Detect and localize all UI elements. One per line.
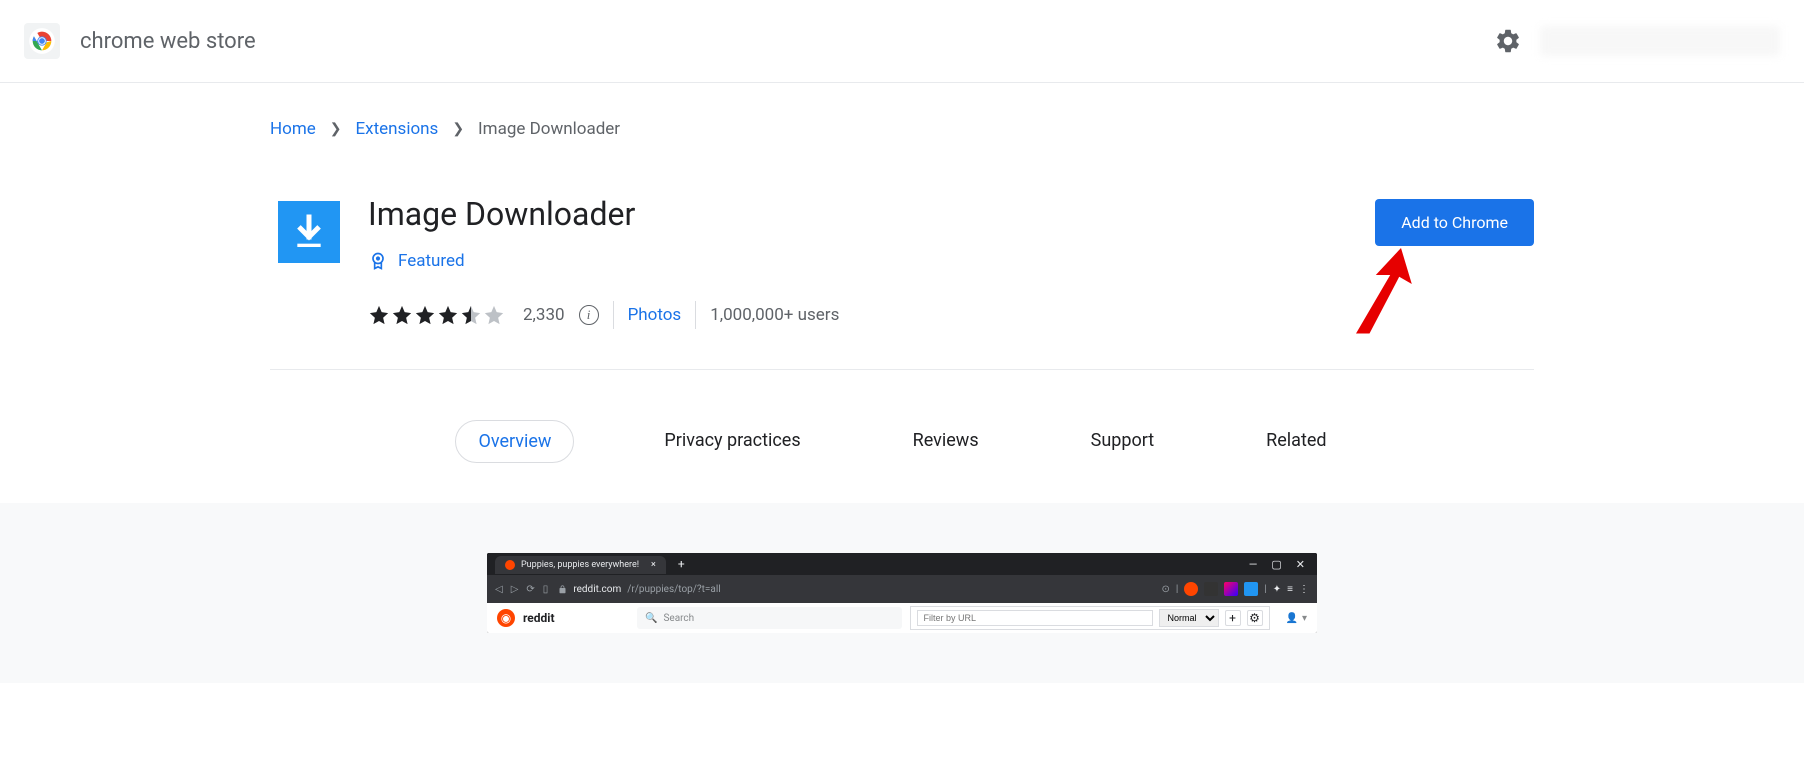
screenshot-carousel: Puppies, puppies everywhere! × + — ▢ ✕ ◁… [0, 503, 1804, 683]
tab-reviews[interactable]: Reviews [891, 420, 1001, 463]
featured-badge[interactable]: Featured [368, 251, 839, 271]
store-title[interactable]: chrome web store [80, 29, 256, 54]
star-filled-icon [414, 304, 436, 326]
ss-url-bar: reddit.com/r/puppies/top/?t=all [558, 584, 1151, 595]
extension-icon [278, 201, 340, 263]
divider [695, 301, 696, 329]
ss-maximize-icon: ▢ [1271, 558, 1281, 571]
tab-related[interactable]: Related [1244, 420, 1348, 463]
ss-home-icon: ▯ [543, 584, 549, 595]
store-header: chrome web store [0, 0, 1804, 83]
star-filled-icon [437, 304, 459, 326]
rating-stars[interactable] [368, 304, 505, 326]
ss-chevron-down-icon: ▾ [1302, 613, 1307, 624]
ss-close-icon: ✕ [1296, 558, 1305, 571]
ss-search-icon: 🔍 [645, 613, 657, 624]
ss-ext-icon [1224, 582, 1238, 596]
featured-label: Featured [398, 251, 465, 271]
header-right [1494, 26, 1780, 56]
ss-reddit-logo-icon: ◉ [497, 609, 515, 627]
ss-window-titlebar: Puppies, puppies everywhere! × + — ▢ ✕ [487, 553, 1317, 575]
ss-url-host: reddit.com [573, 584, 621, 595]
extension-info: Image Downloader Featured 2,330 [278, 195, 839, 329]
add-to-chrome-button[interactable]: Add to Chrome [1375, 199, 1534, 246]
divider [613, 301, 614, 329]
ss-settings-button: ⚙ [1247, 610, 1263, 626]
ss-filter-input [917, 610, 1153, 626]
category-link[interactable]: Photos [628, 305, 682, 325]
detail-tabs: Overview Privacy practices Reviews Suppo… [270, 370, 1534, 503]
ss-ext-icon [1184, 582, 1198, 596]
header-left: chrome web store [24, 23, 256, 59]
ss-ext-icon [1204, 582, 1218, 596]
annotation-arrow-icon [1338, 243, 1428, 343]
ss-reddit-label: reddit [523, 611, 555, 625]
ss-forward-icon: ▷ [511, 584, 519, 595]
ss-minimize-icon: — [1249, 558, 1258, 571]
extension-stats: 2,330 i Photos 1,000,000+ users [368, 301, 839, 329]
user-email-blurred[interactable] [1540, 26, 1780, 56]
ss-puzzle-icon: ✦ [1273, 584, 1281, 595]
extension-header: Image Downloader Featured 2,330 [270, 159, 1534, 370]
featured-badge-icon [368, 251, 388, 271]
info-icon[interactable]: i [579, 305, 599, 325]
ss-reddit-logo: ◉ reddit [487, 603, 637, 633]
chevron-right-icon: ❯ [330, 121, 342, 137]
tab-support[interactable]: Support [1069, 420, 1177, 463]
tab-privacy[interactable]: Privacy practices [642, 420, 822, 463]
install-area: Add to Chrome [1375, 195, 1534, 246]
ss-search-placeholder: Search [663, 613, 694, 624]
breadcrumb: Home ❯ Extensions ❯ Image Downloader [270, 83, 1534, 159]
main-content: Home ❯ Extensions ❯ Image Downloader Ima… [250, 83, 1554, 503]
users-count: 1,000,000+ users [710, 305, 839, 325]
ss-menu-icon: ≡ [1287, 584, 1293, 595]
star-filled-icon [368, 304, 390, 326]
chrome-logo-icon [24, 23, 60, 59]
ss-user-menu: 👤 ▾ [1276, 603, 1317, 633]
ss-plus-button: + [1225, 610, 1241, 626]
star-empty-icon [483, 304, 505, 326]
ss-ext-icon [1244, 582, 1258, 596]
extension-title: Image Downloader [368, 195, 839, 233]
ss-extension-icons: ⊙ | | ✦ ≡ ⋮ [1161, 582, 1309, 596]
ss-size-select: Normal [1159, 609, 1219, 627]
ss-url-path: /r/puppies/top/?t=all [627, 584, 720, 595]
star-filled-icon [391, 304, 413, 326]
ss-nav-icons: ◁ ▷ ⟳ ▯ [495, 584, 548, 595]
ss-page-content: ◉ reddit 🔍 Search Normal + ⚙ 👤 ▾ [487, 603, 1317, 633]
ss-favicon-icon [505, 560, 515, 570]
breadcrumb-extensions[interactable]: Extensions [355, 119, 438, 139]
ss-back-icon: ◁ [495, 584, 503, 595]
chevron-right-icon: ❯ [452, 121, 464, 137]
ss-tab-close-icon: × [651, 560, 656, 570]
ss-browser-toolbar: ◁ ▷ ⟳ ▯ reddit.com/r/puppies/top/?t=all … [487, 575, 1317, 603]
ss-user-icon: 👤 [1286, 613, 1298, 624]
ss-new-tab-icon: + [678, 557, 685, 571]
ss-tab-title: Puppies, puppies everywhere! [521, 560, 639, 570]
ss-extension-popup: Normal + ⚙ [910, 606, 1270, 630]
star-half-icon [460, 304, 482, 326]
ratings-count[interactable]: 2,330 [523, 305, 565, 325]
ss-more-icon: ⋮ [1299, 584, 1309, 595]
ss-lock-icon [558, 585, 567, 594]
settings-gear-icon[interactable] [1494, 27, 1522, 55]
extension-meta: Image Downloader Featured 2,330 [368, 195, 839, 329]
ss-reload-icon: ⟳ [526, 584, 534, 595]
breadcrumb-current: Image Downloader [478, 119, 620, 139]
tab-overview[interactable]: Overview [455, 420, 574, 463]
ss-window-controls: — ▢ ✕ [1249, 558, 1313, 571]
ss-browser-tab: Puppies, puppies everywhere! × [495, 556, 666, 574]
ss-reddit-search: 🔍 Search [637, 607, 902, 629]
breadcrumb-home[interactable]: Home [270, 119, 316, 139]
screenshot-image[interactable]: Puppies, puppies everywhere! × + — ▢ ✕ ◁… [487, 553, 1317, 633]
